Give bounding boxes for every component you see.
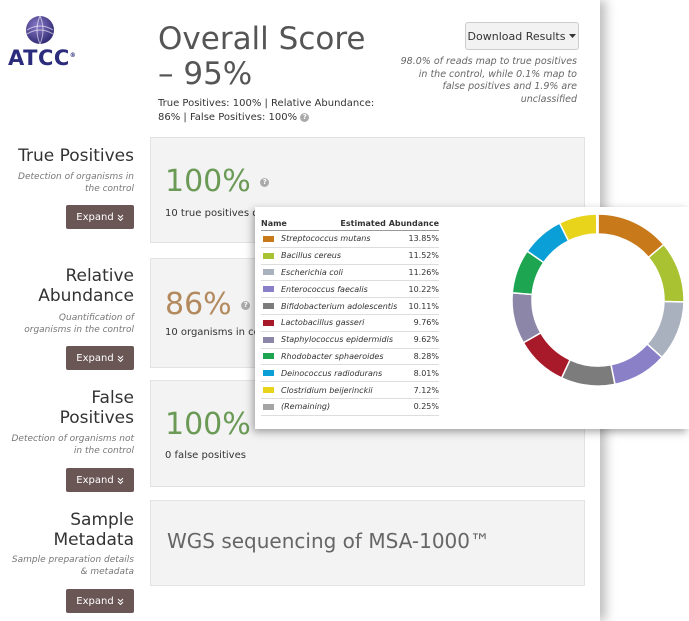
table-row: Rhodobacter sphaeroides 8.28% (261, 349, 439, 366)
legend-swatch (263, 319, 274, 326)
organism-name: Bacillus cereus (281, 251, 342, 261)
abundance-value: 9.62% (413, 335, 439, 345)
true-positives-title: True Positives (18, 146, 134, 166)
abundance-table: Name Estimated Abundance Streptococcus m… (261, 219, 439, 416)
true-positives-expand-button[interactable]: Expand (66, 205, 134, 229)
download-results-button[interactable]: Download Results (465, 22, 579, 50)
donut-slice[interactable] (647, 243, 685, 303)
donut-slice[interactable] (560, 358, 616, 387)
chevron-down-icon (117, 214, 124, 221)
question-icon[interactable]: ? (241, 301, 251, 310)
chevron-down-icon (117, 598, 124, 605)
brand-name: ATCC® (8, 46, 77, 70)
abundance-donut-chart (511, 213, 685, 387)
table-row: Lactobacillus gasseri 9.76% (261, 315, 439, 332)
organism-name: Rhodobacter sphaeroides (281, 351, 384, 361)
table-row: Deinococcus radiodurans 8.01% (261, 365, 439, 383)
table-row: Bacillus cereus 11.52% (261, 248, 439, 265)
abundance-value: 8.01% (413, 368, 439, 378)
table-row: Staphylococcus epidermidis 9.62% (261, 332, 439, 349)
chevron-down-icon (117, 477, 124, 484)
table-row: Enterococcus faecalis 10.22% (261, 281, 439, 299)
abundance-value: 7.12% (413, 385, 439, 395)
reads-note: 98.0% of reads map to true positives in … (400, 56, 577, 105)
abundance-value: 0.25% (413, 402, 439, 412)
legend-swatch (263, 403, 274, 410)
expand-label: Expand (76, 352, 114, 364)
abundance-value: 8.28% (413, 351, 439, 361)
relative-abundance-score: 86% ? (165, 287, 251, 322)
table-row: Streptococcus mutans 13.85% (261, 231, 439, 248)
legend-swatch (263, 286, 274, 293)
abundance-column-header: Estimated Abundance (340, 219, 439, 228)
legend-swatch (263, 353, 274, 360)
abundance-value: 9.76% (413, 318, 439, 328)
table-row: (Remaining) 0.25% (261, 399, 439, 416)
sample-metadata-panel: WGS sequencing of MSA-1000™ (150, 500, 585, 586)
true-positives-description: Detection of organisms in the control (18, 172, 134, 194)
relative-abundance-description: Quantification of organisms in the contr… (24, 313, 134, 335)
abundance-popup: Name Estimated Abundance Streptococcus m… (255, 207, 689, 429)
relative-abundance-title: Relative Abundance (38, 266, 134, 306)
abundance-value: 11.26% (408, 267, 439, 277)
chevron-down-icon (117, 355, 124, 362)
sample-metadata-description: Sample preparation details & metadata (11, 555, 134, 577)
abundance-value: 10.22% (408, 284, 439, 294)
false-positives-description: Detection of organisms not in the contro… (11, 434, 134, 456)
true-positives-score: 100% ? (165, 164, 270, 199)
question-icon[interactable]: ? (260, 178, 270, 187)
legend-swatch (263, 235, 274, 242)
question-icon[interactable]: ? (300, 112, 310, 122)
legend-swatch (263, 370, 274, 377)
false-positives-score: 100% (165, 407, 251, 442)
sample-metadata-expand-button[interactable]: Expand (66, 589, 134, 613)
legend-swatch (263, 336, 274, 343)
table-row: Clostridium beijerinckii 7.12% (261, 382, 439, 399)
sample-metadata-title: Sample Metadata (53, 510, 134, 550)
sample-metadata-detail: WGS sequencing of MSA-1000™ (167, 529, 490, 553)
donut-slice[interactable] (595, 213, 599, 235)
donut-slice[interactable] (511, 291, 542, 344)
organism-name: (Remaining) (281, 402, 331, 412)
donut-slice[interactable] (597, 213, 665, 259)
relative-abundance-expand-button[interactable]: Expand (66, 346, 134, 370)
caret-down-icon (569, 33, 577, 38)
score-breakdown: True Positives: 100% | Relative Abundanc… (158, 98, 375, 123)
abundance-value: 10.11% (408, 301, 439, 311)
organism-name: Escherichia coli (281, 267, 343, 277)
legend-swatch (263, 269, 274, 276)
name-column-header: Name (261, 219, 287, 228)
false-positives-detail: 0 false positives (165, 450, 246, 461)
false-positives-title: False Positives (59, 388, 134, 428)
organism-name: Streptococcus mutans (281, 234, 371, 244)
organism-name: Deinococcus radiodurans (281, 368, 383, 378)
expand-label: Expand (76, 474, 114, 486)
download-results-label: Download Results (467, 29, 566, 43)
overall-score-title: Overall Score – 95% (158, 21, 366, 92)
organism-name: Enterococcus faecalis (281, 284, 368, 294)
abundance-table-header: Name Estimated Abundance (261, 219, 439, 231)
abundance-value: 11.52% (408, 251, 439, 261)
organism-name: Staphylococcus epidermidis (281, 335, 393, 345)
organism-name: Lactobacillus gasseri (281, 318, 365, 328)
abundance-table-body: Streptococcus mutans 13.85% Bacillus cereu… (261, 231, 439, 416)
expand-label: Expand (76, 595, 114, 607)
legend-swatch (263, 387, 274, 394)
organism-name: Bifidobacterium adolescentis (281, 301, 398, 311)
legend-swatch (263, 252, 274, 259)
donut-slice[interactable] (610, 342, 664, 386)
organism-name: Clostridium beijerinckii (281, 385, 373, 395)
abundance-value: 13.85% (408, 234, 439, 244)
table-row: Bifidobacterium adolescentis 10.11% (261, 298, 439, 315)
legend-swatch (263, 303, 274, 310)
expand-label: Expand (76, 211, 114, 223)
false-positives-expand-button[interactable]: Expand (66, 468, 134, 492)
table-row: Escherichia coli 11.26% (261, 265, 439, 282)
